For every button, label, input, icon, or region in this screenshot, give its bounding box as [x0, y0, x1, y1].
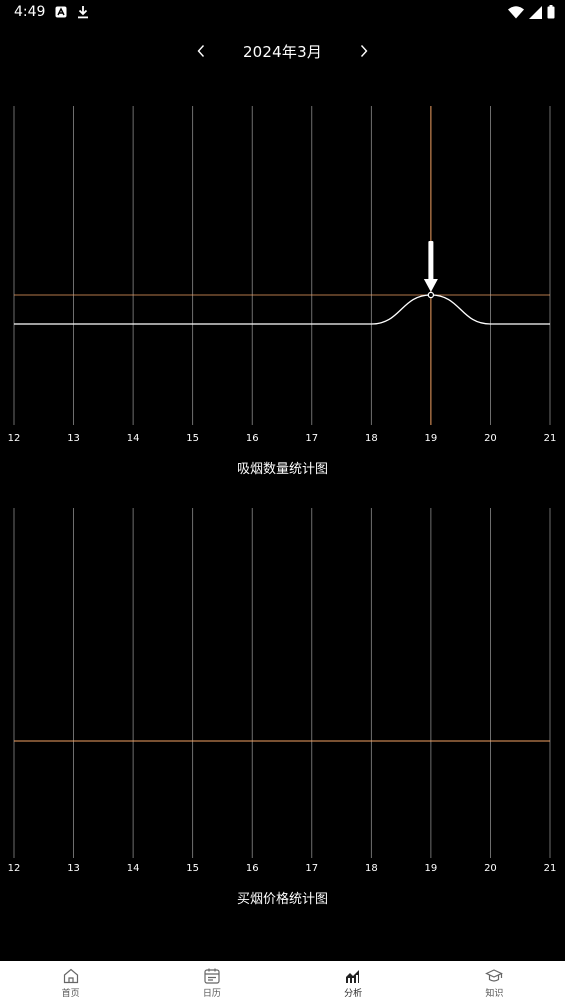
x-tick-label: 21 — [544, 863, 557, 874]
x-tick-label: 18 — [365, 433, 378, 444]
nav-item-calendar[interactable]: 日历 — [141, 961, 282, 1004]
x-tick-label: 19 — [425, 433, 438, 444]
chevron-left-icon — [197, 45, 204, 57]
x-tick-label: 15 — [186, 863, 199, 874]
status-bar: 4:49 — [0, 0, 565, 24]
home-icon — [63, 968, 78, 983]
app-notification-icon — [55, 6, 67, 18]
purchase-price-chart[interactable]: 12 13 14 15 16 17 18 19 20 21 — [0, 500, 565, 880]
wifi-icon — [508, 5, 524, 18]
analysis-icon — [346, 969, 360, 983]
x-tick-label: 20 — [484, 863, 497, 874]
prev-month-button[interactable] — [179, 36, 223, 66]
x-tick-label: 20 — [484, 433, 497, 444]
month-navigation: 2024年3月 — [0, 36, 565, 66]
battery-icon — [547, 5, 555, 19]
nav-item-home[interactable]: 首页 — [0, 961, 141, 1004]
next-month-button[interactable] — [342, 36, 386, 66]
nav-item-analysis[interactable]: 分析 — [283, 961, 424, 1004]
pointer-arrow-head — [423, 279, 438, 292]
x-tick-label: 14 — [127, 433, 140, 444]
x-tick-label: 12 — [8, 433, 21, 444]
download-icon — [78, 6, 89, 19]
calendar-icon — [204, 968, 220, 984]
highlighted-data-point — [427, 291, 435, 299]
nav-item-knowledge[interactable]: 知识 — [424, 961, 565, 1004]
x-tick-label: 14 — [127, 863, 140, 874]
x-tick-label: 16 — [246, 433, 259, 444]
x-tick-label: 17 — [305, 433, 318, 444]
smoking-count-caption: 吸烟数量统计图 — [236, 462, 328, 477]
nav-label-home: 首页 — [61, 988, 80, 999]
signal-icon — [529, 5, 542, 19]
x-tick-label: 18 — [365, 863, 378, 874]
x-tick-label: 12 — [8, 863, 21, 874]
nav-label-calendar: 日历 — [202, 988, 221, 999]
x-tick-label: 17 — [305, 863, 318, 874]
x-tick-label: 13 — [67, 433, 80, 444]
x-tick-label: 21 — [544, 433, 557, 444]
status-right — [508, 5, 555, 19]
chevron-right-icon — [361, 45, 368, 57]
purchase-price-caption: 买烟价格统计图 — [236, 892, 328, 907]
status-left: 4:49 — [14, 4, 89, 20]
nav-label-knowledge: 知识 — [485, 988, 504, 999]
series-line — [14, 294, 550, 325]
smoking-count-chart[interactable]: 12 13 14 15 16 17 18 19 20 21 — [0, 100, 565, 450]
x-tick-label: 16 — [246, 863, 259, 874]
pointer-arrow-shaft — [428, 241, 434, 281]
nav-label-analysis: 分析 — [344, 988, 363, 999]
month-title: 2024年3月 — [242, 42, 323, 61]
status-time: 4:49 — [14, 4, 46, 20]
bottom-navigation: 首页 日历 分析 知识 — [0, 961, 565, 1004]
x-tick-label: 13 — [67, 863, 80, 874]
knowledge-icon — [485, 968, 504, 982]
pointer-arrow-icon — [423, 241, 438, 292]
x-tick-label: 15 — [186, 433, 199, 444]
x-tick-label: 19 — [425, 863, 438, 874]
